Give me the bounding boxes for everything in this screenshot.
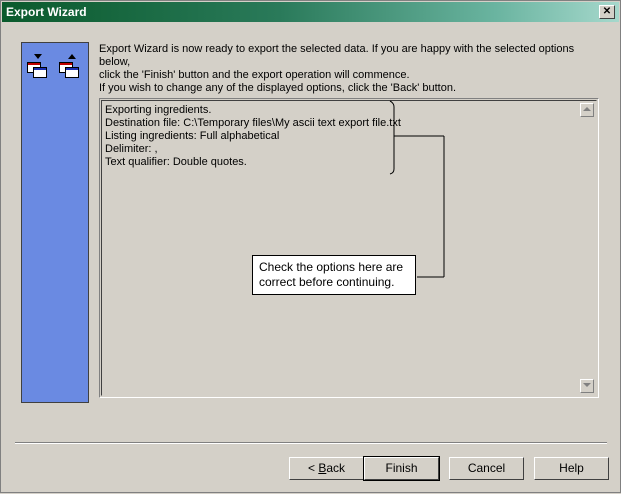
help-label: Help: [559, 461, 584, 475]
callout-leader: [389, 100, 445, 278]
callout-line-2: correct before continuing.: [259, 275, 395, 289]
button-separator: [15, 442, 607, 444]
callout-line-1: Check the options here are: [259, 260, 404, 274]
back-label-rest: ack: [326, 461, 346, 475]
help-button[interactable]: Help: [534, 457, 609, 480]
finish-label: Finish: [385, 461, 418, 475]
back-button[interactable]: < Back: [289, 457, 364, 480]
cancel-label: Cancel: [467, 461, 506, 475]
cancel-button[interactable]: Cancel: [449, 457, 524, 480]
back-arrow-label: <: [307, 461, 319, 475]
export-wizard-window: Export Wizard ✕ Export Wizard is now rea…: [0, 0, 621, 493]
callout-note: Check the options here are correct befor…: [252, 255, 416, 295]
finish-button[interactable]: Finish: [363, 456, 440, 481]
